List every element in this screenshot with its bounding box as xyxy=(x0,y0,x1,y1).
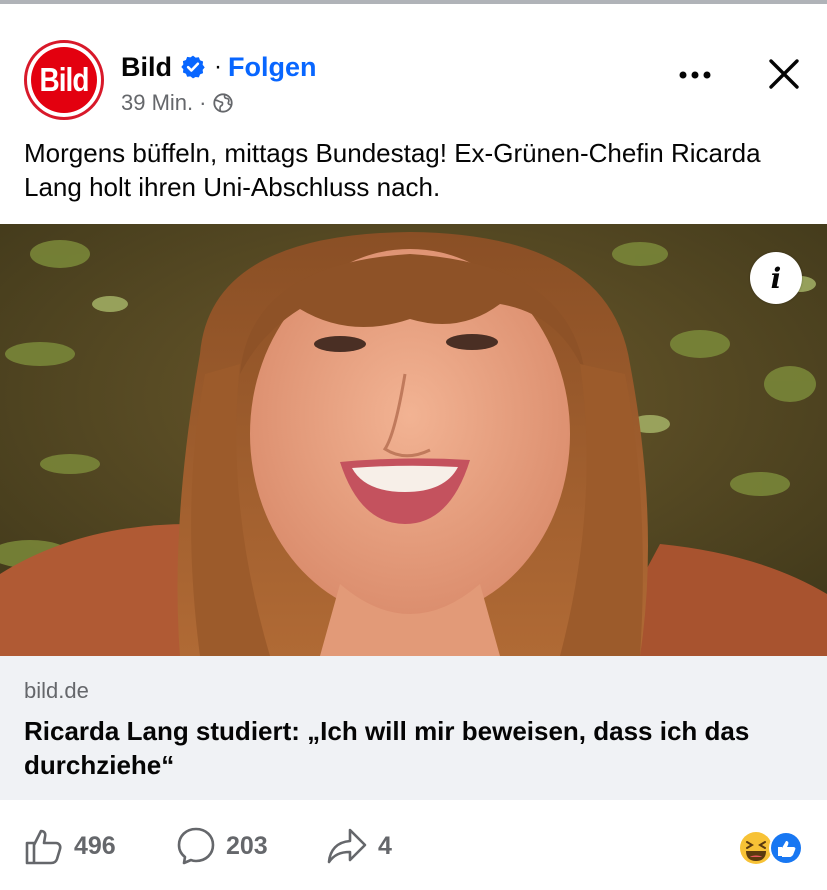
portrait-photo xyxy=(0,224,827,656)
follow-button[interactable]: Folgen xyxy=(228,52,317,83)
verified-badge-icon xyxy=(181,55,205,79)
like-button[interactable]: 496 xyxy=(24,826,116,866)
share-icon xyxy=(327,828,367,864)
thumbs-up-icon xyxy=(25,829,62,865)
action-bar: 496 203 4 xyxy=(0,800,827,890)
page-avatar[interactable]: Bild xyxy=(24,40,104,120)
image-info-button[interactable]: i xyxy=(750,252,802,304)
reactions-summary[interactable] xyxy=(738,828,808,868)
post-caption: Morgens büffeln, mittags Bundestag! Ex-G… xyxy=(24,138,761,202)
logo-text: Bild xyxy=(39,60,90,98)
close-button[interactable] xyxy=(762,52,806,96)
meta-separator: · xyxy=(199,90,207,115)
link-domain: bild.de xyxy=(24,678,89,703)
comment-button[interactable]: 203 xyxy=(176,826,268,866)
link-preview[interactable]: bild.de Ricarda Lang studiert: „Ich will… xyxy=(0,656,827,800)
post-header: Bild Bild · Folgen 39 Min. · xyxy=(0,14,827,124)
globe-icon xyxy=(213,93,234,113)
more-options-icon xyxy=(679,71,711,79)
page-name[interactable]: Bild xyxy=(121,52,172,83)
info-icon: i xyxy=(770,261,782,295)
like-count: 496 xyxy=(74,831,116,860)
post-image[interactable] xyxy=(0,224,827,656)
reaction-icons xyxy=(740,831,803,865)
share-button[interactable]: 4 xyxy=(326,826,392,866)
link-headline: Ricarda Lang studiert: „Ich will mir bew… xyxy=(24,716,750,780)
post-meta: 39 Min. · xyxy=(121,90,234,116)
bild-logo: Bild xyxy=(31,47,97,113)
separator-dot: · xyxy=(214,53,222,80)
haha-reaction-icon xyxy=(740,832,772,864)
post-time[interactable]: 39 Min. xyxy=(121,90,193,116)
comment-icon xyxy=(177,827,215,865)
like-reaction-icon xyxy=(769,831,803,865)
more-options-button[interactable] xyxy=(673,58,717,92)
close-icon xyxy=(769,59,799,89)
comment-count: 203 xyxy=(226,831,268,860)
top-divider xyxy=(0,0,827,14)
share-count: 4 xyxy=(378,831,392,860)
name-row: Bild · Folgen xyxy=(121,50,317,84)
